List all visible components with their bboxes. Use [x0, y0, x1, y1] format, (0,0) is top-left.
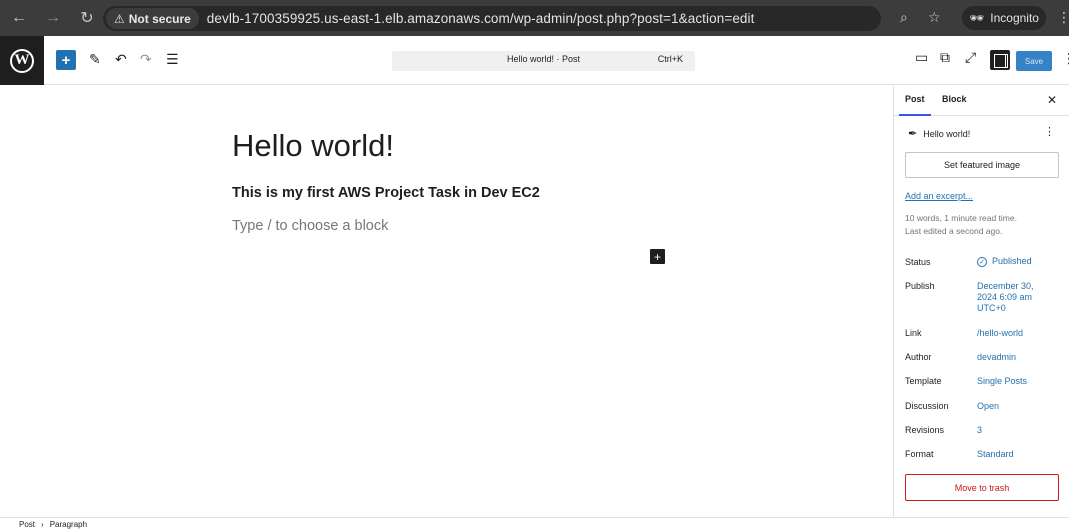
- redo-icon[interactable]: ↷: [140, 51, 152, 68]
- editor-header: W + ✎ ↶ ↷ ☰ Hello world! · Post Ctrl+K ▭…: [0, 36, 1069, 85]
- view-post-external-icon[interactable]: ⧉: [940, 49, 950, 66]
- set-featured-image-button[interactable]: Set featured image: [905, 152, 1059, 178]
- close-icon[interactable]: ✕: [1047, 93, 1057, 107]
- published-check-icon: ✓: [977, 257, 987, 267]
- browser-toolbar: ← → ↻ ⚠ Not secure devlb-1700359925.us-e…: [0, 0, 1069, 36]
- incognito-badge[interactable]: 🕶 Incognito: [962, 6, 1046, 30]
- reload-icon[interactable]: ↻: [76, 7, 98, 29]
- warning-icon: ⚠: [114, 11, 125, 26]
- last-edited-text: Last edited a second ago.: [905, 226, 1003, 236]
- publish-time-line: 2024 6:09 am: [977, 292, 1033, 302]
- status-label: Status: [905, 257, 931, 267]
- discussion-value[interactable]: Open: [977, 401, 999, 412]
- incognito-icon: 🕶: [969, 11, 985, 25]
- address-bar[interactable]: ⚠ Not secure devlb-1700359925.us-east-1.…: [103, 6, 881, 31]
- link-value[interactable]: /hello-world: [977, 328, 1023, 339]
- paragraph-block[interactable]: This is my first AWS Project Task in Dev…: [232, 185, 540, 201]
- chevron-right-icon: ›: [41, 520, 44, 529]
- wordpress-logo-icon: W: [10, 48, 34, 73]
- wordpress-logo-button[interactable]: W: [0, 36, 44, 85]
- template-label: Template: [905, 376, 942, 386]
- editor-canvas[interactable]: Hello world! This is my first AWS Projec…: [0, 86, 893, 517]
- format-value[interactable]: Standard: [977, 449, 1014, 460]
- edit-pencil-icon[interactable]: ✎: [89, 51, 101, 68]
- tab-block[interactable]: Block: [942, 94, 967, 104]
- breadcrumb-paragraph[interactable]: Paragraph: [50, 520, 87, 529]
- document-title: Hello world! · Post: [506, 54, 581, 64]
- link-label: Link: [905, 328, 922, 338]
- move-to-trash-button[interactable]: Move to trash: [905, 474, 1059, 501]
- add-excerpt-link[interactable]: Add an excerpt...: [905, 191, 973, 201]
- forward-arrow-icon[interactable]: →: [42, 7, 64, 29]
- document-overview-icon[interactable]: ☰: [166, 51, 179, 68]
- publish-label: Publish: [905, 281, 935, 291]
- template-value[interactable]: Single Posts: [977, 376, 1027, 387]
- settings-sidebar: Post Block ✕ ✒ Hello world! ⋮ Set featur…: [893, 86, 1069, 517]
- security-label: Not secure: [128, 11, 191, 26]
- save-button[interactable]: Save: [1016, 51, 1052, 71]
- post-title[interactable]: Hello world!: [232, 128, 394, 164]
- back-arrow-icon[interactable]: ←: [8, 7, 30, 29]
- revisions-value[interactable]: 3: [977, 425, 982, 436]
- status-value[interactable]: ✓ Published: [977, 256, 1032, 267]
- block-breadcrumb: Post › Paragraph: [0, 517, 1069, 531]
- publish-date-line: December 30,: [977, 281, 1034, 291]
- publish-date-value[interactable]: December 30, 2024 6:09 am UTC+0: [977, 281, 1034, 314]
- preview-device-icon[interactable]: ▭: [915, 49, 928, 66]
- post-summary-label: Hello world!: [923, 128, 971, 139]
- browser-menu-icon[interactable]: ⋮: [1057, 9, 1069, 26]
- tab-post[interactable]: Post: [899, 94, 930, 116]
- empty-block-placeholder[interactable]: Type / to choose a block: [232, 218, 388, 234]
- options-menu-icon[interactable]: ⋮: [1062, 50, 1069, 67]
- post-actions-more-icon[interactable]: ⋮: [1044, 125, 1055, 138]
- command-palette-bar[interactable]: Hello world! · Post Ctrl+K: [392, 51, 695, 71]
- bookmark-star-icon[interactable]: ☆: [928, 9, 941, 26]
- breadcrumb-post[interactable]: Post: [19, 520, 35, 529]
- publish-timezone-line: UTC+0: [977, 303, 1006, 313]
- format-label: Format: [905, 449, 934, 459]
- author-value[interactable]: devadmin: [977, 352, 1016, 363]
- author-label: Author: [905, 352, 932, 362]
- status-value-text: Published: [992, 256, 1032, 266]
- shortcut-hint: Ctrl+K: [657, 54, 683, 64]
- settings-sidebar-toggle[interactable]: [990, 50, 1010, 70]
- post-summary-title: ✒ Hello world!: [908, 127, 970, 140]
- fullscreen-icon[interactable]: ⤢: [965, 49, 976, 66]
- add-block-button[interactable]: +: [650, 249, 665, 264]
- block-inserter-toggle[interactable]: +: [56, 50, 76, 70]
- feather-icon: ✒: [908, 128, 918, 140]
- security-chip[interactable]: ⚠ Not secure: [106, 8, 199, 29]
- sidebar-tabs: Post Block ✕: [894, 86, 1069, 116]
- discussion-label: Discussion: [905, 401, 949, 411]
- zoom-icon[interactable]: ⌕: [900, 9, 908, 26]
- revisions-label: Revisions: [905, 425, 945, 435]
- word-count-text: 10 words, 1 minute read time.: [905, 213, 1017, 223]
- incognito-label: Incognito: [990, 11, 1039, 25]
- url-text[interactable]: devlb-1700359925.us-east-1.elb.amazonaws…: [207, 11, 755, 26]
- post-meta-info: 10 words, 1 minute read time. Last edite…: [905, 212, 1017, 238]
- undo-icon[interactable]: ↶: [115, 51, 127, 68]
